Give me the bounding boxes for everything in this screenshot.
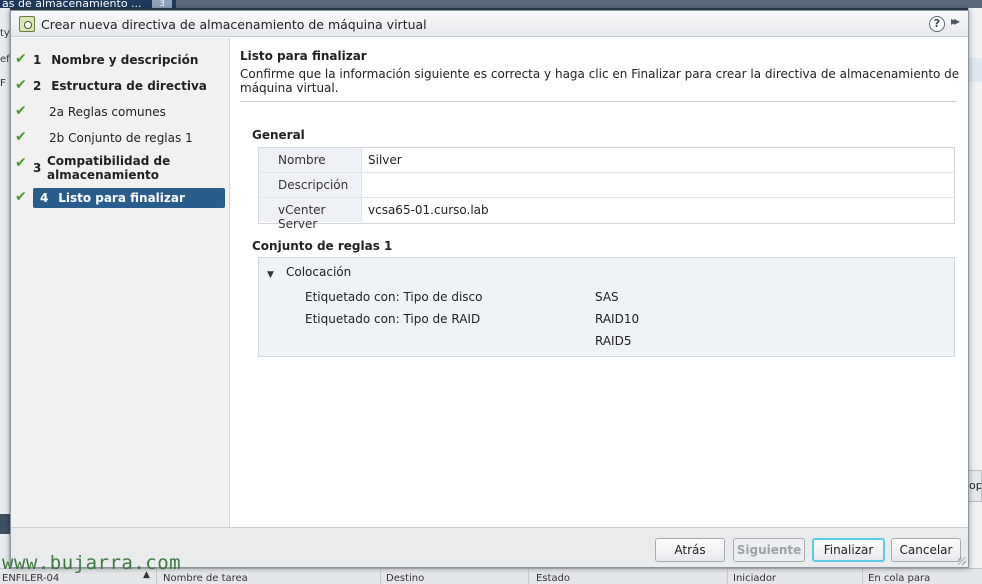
ruleset-panel: ▼ Colocación Etiquetado con: Tipo de dis…: [258, 257, 955, 357]
check-icon: ✔: [15, 103, 27, 119]
collapse-triangle-icon[interactable]: ▼: [267, 270, 274, 280]
step-listo-finalizar[interactable]: 4 Listo para finalizar: [33, 188, 225, 208]
wizard-content: Listo para finalizar Confirme que la inf…: [231, 38, 968, 527]
background-left-panel: ty ef F: [0, 8, 10, 568]
tasks-column-header[interactable]: Destino: [386, 573, 424, 584]
background-right-strip: [969, 58, 982, 82]
help-icon[interactable]: ?: [929, 16, 945, 32]
rule-value: RAID10: [595, 312, 640, 326]
resize-grip-icon[interactable]: [958, 557, 966, 565]
check-icon: ✔: [15, 77, 27, 93]
general-section-title: General: [252, 128, 305, 142]
rule-key: Etiquetado con: Tipo de disco: [305, 290, 483, 304]
step-compatibilidad-almacenamiento[interactable]: 3 Compatibilidad de almacenamiento: [33, 154, 225, 182]
dialog-title: Crear nueva directiva de almacenamiento …: [41, 17, 427, 32]
table-row: Nombre Silver: [259, 148, 954, 173]
next-button[interactable]: Siguiente: [733, 538, 805, 562]
tasks-column-header[interactable]: Estado: [536, 573, 570, 584]
background-right-button[interactable]: op: [968, 470, 982, 502]
row-value: Silver: [368, 153, 402, 167]
wizard-steps-nav: ✔ 1 Nombre y descripción ✔ 2 Estructura …: [11, 38, 230, 527]
rule-value: RAID5: [595, 334, 632, 348]
check-icon: ✔: [15, 155, 27, 171]
watermark: www.bujarra.com: [2, 552, 182, 574]
divider: [240, 101, 956, 102]
row-value: vcsa65-01.curso.lab: [368, 203, 489, 217]
background-tab-label: as de almacenamiento ...: [2, 0, 142, 8]
background-left-fragment: F: [0, 78, 6, 89]
background-left-fragment: ty: [0, 28, 10, 39]
check-icon: ✔: [15, 129, 27, 145]
dialog-titlebar[interactable]: Crear nueva directiva de almacenamiento …: [11, 11, 968, 37]
ruleset-group-label[interactable]: Colocación: [286, 265, 351, 279]
general-table: Nombre Silver Descripción vCenter Server…: [258, 147, 955, 231]
page-description: Confirme que la información siguiente es…: [240, 67, 960, 95]
rule-value: SAS: [595, 290, 619, 304]
page-title: Listo para finalizar: [240, 49, 367, 63]
ruleset-section-title: Conjunto de reglas 1: [252, 239, 393, 253]
expand-icon[interactable]: ▸▸: [951, 14, 960, 28]
table-row: Descripción: [259, 173, 954, 198]
background-tab[interactable]: as de almacenamiento ... 3: [0, 0, 176, 8]
background-host-label: ENFILER-04: [2, 573, 60, 584]
background-right-panel: op: [968, 8, 982, 568]
tasks-column-header[interactable]: En cola para: [868, 573, 930, 584]
row-key: Nombre: [259, 148, 362, 172]
table-row: vCenter Server vcsa65-01.curso.lab: [259, 198, 954, 231]
check-icon: ✔: [15, 51, 27, 67]
tasks-column-header[interactable]: Nombre de tarea: [163, 573, 248, 584]
wizard-dialog: Crear nueva directiva de almacenamiento …: [10, 10, 969, 568]
row-key: Descripción: [259, 173, 362, 197]
finish-button[interactable]: Finalizar: [812, 538, 885, 562]
check-icon: ✔: [15, 189, 27, 205]
cancel-button[interactable]: Cancelar: [891, 538, 961, 562]
step-nombre-descripcion[interactable]: 1 Nombre y descripción: [33, 53, 225, 67]
back-button[interactable]: Atrás: [655, 538, 725, 562]
step-reglas-comunes[interactable]: 2a Reglas comunes: [49, 105, 241, 119]
step-estructura-directiva[interactable]: 2 Estructura de directiva: [33, 79, 225, 93]
background-tab-badge: 3: [152, 0, 172, 8]
storage-policy-icon: [19, 16, 35, 32]
background-left-fragment: ef: [0, 54, 10, 65]
tasks-column-header[interactable]: Iniciador: [733, 573, 776, 584]
rule-key: Etiquetado con: Tipo de RAID: [305, 312, 481, 326]
row-key: vCenter Server: [259, 198, 362, 231]
background-dark-bar: [0, 514, 10, 534]
step-conjunto-reglas-1[interactable]: 2b Conjunto de reglas 1: [49, 131, 241, 145]
